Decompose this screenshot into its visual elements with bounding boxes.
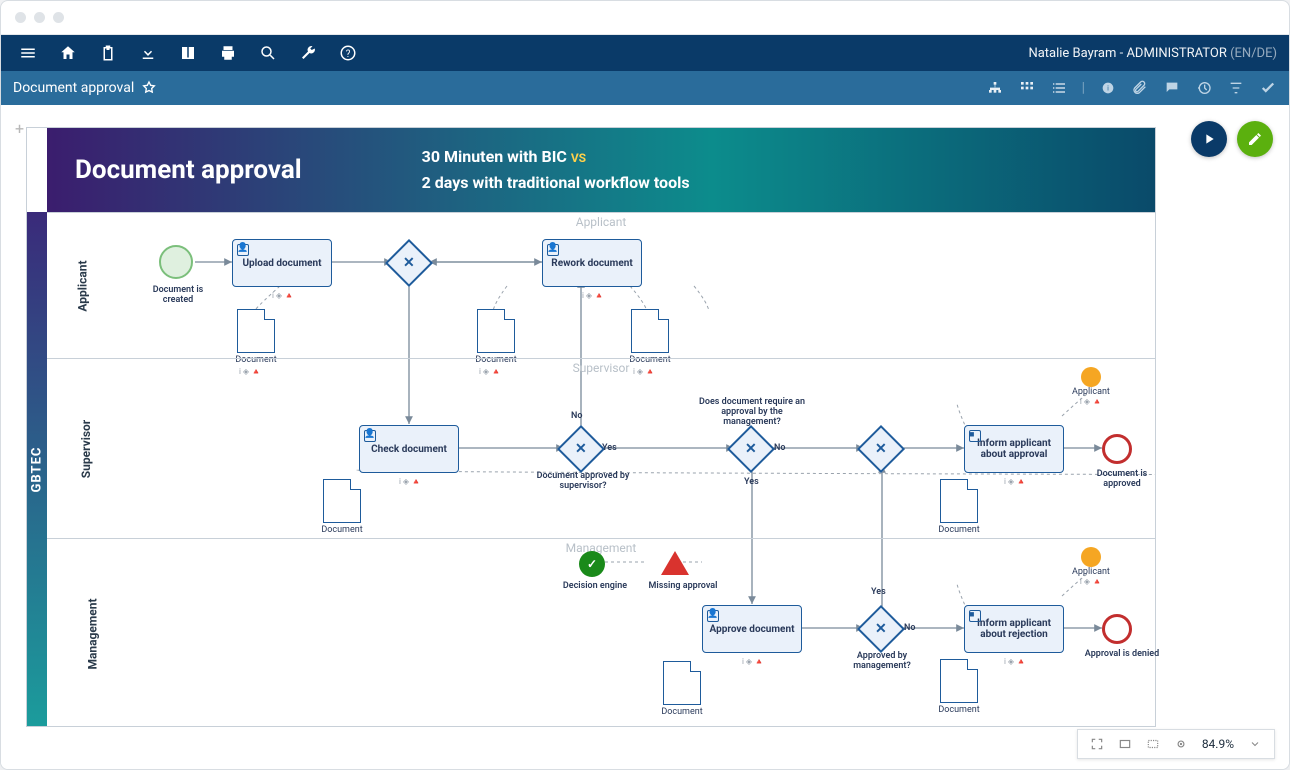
user-info[interactable]: Natalie Bayram - ADMINISTRATOR (EN/DE) xyxy=(1028,46,1277,61)
start-event[interactable] xyxy=(159,245,193,279)
task-upload-document[interactable]: 👤Upload document xyxy=(232,239,332,287)
attachment-icon[interactable] xyxy=(1131,79,1149,97)
gateway-5[interactable]: ✕ xyxy=(857,605,905,653)
print-icon[interactable] xyxy=(219,44,237,62)
menu-icon[interactable] xyxy=(19,44,37,62)
role-applicant: Applicanti ◈ 🔺 xyxy=(1072,367,1110,406)
doc-artifact[interactable] xyxy=(477,309,515,353)
task-inform-rejection[interactable]: ■Inform applicant about rejection xyxy=(964,605,1064,653)
star-icon[interactable] xyxy=(140,79,158,97)
check-icon[interactable] xyxy=(1259,79,1277,97)
traffic-dot xyxy=(15,12,26,23)
edit-button[interactable] xyxy=(1237,121,1273,157)
doc-artifact[interactable] xyxy=(940,659,978,703)
wrench-icon[interactable] xyxy=(299,44,317,62)
task-inform-approval[interactable]: ■Inform applicant about approval xyxy=(964,425,1064,473)
doc-artifact[interactable] xyxy=(237,309,275,353)
breadcrumb-title[interactable]: Document approval xyxy=(13,80,134,96)
warning-icon[interactable] xyxy=(661,551,689,575)
svg-text:i: i xyxy=(1107,84,1109,93)
traffic-dot xyxy=(53,12,64,23)
doc-artifact[interactable] xyxy=(940,479,978,523)
end-event-denied[interactable] xyxy=(1102,614,1132,644)
banner-tag: 30 Minuten with BIC VS 2 days with tradi… xyxy=(422,144,690,195)
hierarchy-icon[interactable] xyxy=(986,79,1004,97)
bpmn-diagram: Document approval 30 Minuten with BIC VS… xyxy=(26,127,1156,727)
download-icon[interactable] xyxy=(139,44,157,62)
add-lane-icon[interactable]: + xyxy=(15,119,24,138)
diagram-title: Document approval xyxy=(75,155,302,185)
pool-label: GBTEC xyxy=(27,212,47,726)
lane-management: Management Management ✓ Decision engine … xyxy=(47,538,1155,728)
gateway-3[interactable]: ✕ xyxy=(727,425,775,473)
gateway-4[interactable]: ✕ xyxy=(857,425,905,473)
task-rework-document[interactable]: 👤Rework document xyxy=(542,239,642,287)
info-icon[interactable]: i xyxy=(1099,79,1117,97)
zoom-toolbar: 84.9% xyxy=(1077,729,1275,759)
window-traffic-lights xyxy=(1,1,1289,35)
frame-icon[interactable] xyxy=(1118,737,1132,751)
decision-engine-icon[interactable]: ✓ xyxy=(579,551,605,577)
grid-icon[interactable] xyxy=(1018,79,1036,97)
end-event-approved[interactable] xyxy=(1102,434,1132,464)
doc-artifact[interactable] xyxy=(631,309,669,353)
run-button[interactable] xyxy=(1191,121,1227,157)
search-icon[interactable] xyxy=(259,44,277,62)
chat-icon[interactable] xyxy=(1163,79,1181,97)
home-icon[interactable] xyxy=(59,44,77,62)
svg-text:?: ? xyxy=(346,49,351,60)
top-toolbar: ? Natalie Bayram - ADMINISTRATOR (EN/DE) xyxy=(1,35,1289,71)
doc-artifact[interactable] xyxy=(663,661,701,705)
lane-supervisor: Supervisor Supervisor 👤Check document i … xyxy=(47,358,1155,538)
zoom-percent[interactable]: 84.9% xyxy=(1202,737,1234,751)
task-approve-document[interactable]: 👤Approve document xyxy=(702,605,802,653)
task-check-document[interactable]: 👤Check document xyxy=(359,425,459,473)
chevron-down-icon[interactable] xyxy=(1248,737,1262,751)
fit-icon[interactable] xyxy=(1090,737,1104,751)
help-icon[interactable]: ? xyxy=(339,44,357,62)
filter-icon[interactable] xyxy=(1227,79,1245,97)
doc-artifact[interactable] xyxy=(323,479,361,523)
start-label: Document is created xyxy=(141,285,215,305)
list-icon[interactable] xyxy=(1050,79,1068,97)
selection-icon[interactable] xyxy=(1146,737,1160,751)
lane-applicant: Applicant Applicant Document is created … xyxy=(47,212,1155,358)
gateway-2[interactable]: ✕ xyxy=(557,425,605,473)
role-applicant: Applicanti ◈ 🔺 xyxy=(1072,547,1110,586)
traffic-dot xyxy=(34,12,45,23)
target-icon[interactable] xyxy=(1174,737,1188,751)
clipboard-icon[interactable] xyxy=(99,44,117,62)
diagram-canvas[interactable]: + Document approval 30 Minuten with BIC … xyxy=(1,105,1289,769)
sub-toolbar: Document approval | i xyxy=(1,71,1289,105)
gateway-1[interactable]: ✕ xyxy=(385,239,433,287)
diagram-banner: Document approval 30 Minuten with BIC VS… xyxy=(47,128,1155,212)
book-icon[interactable] xyxy=(179,44,197,62)
history-icon[interactable] xyxy=(1195,79,1213,97)
